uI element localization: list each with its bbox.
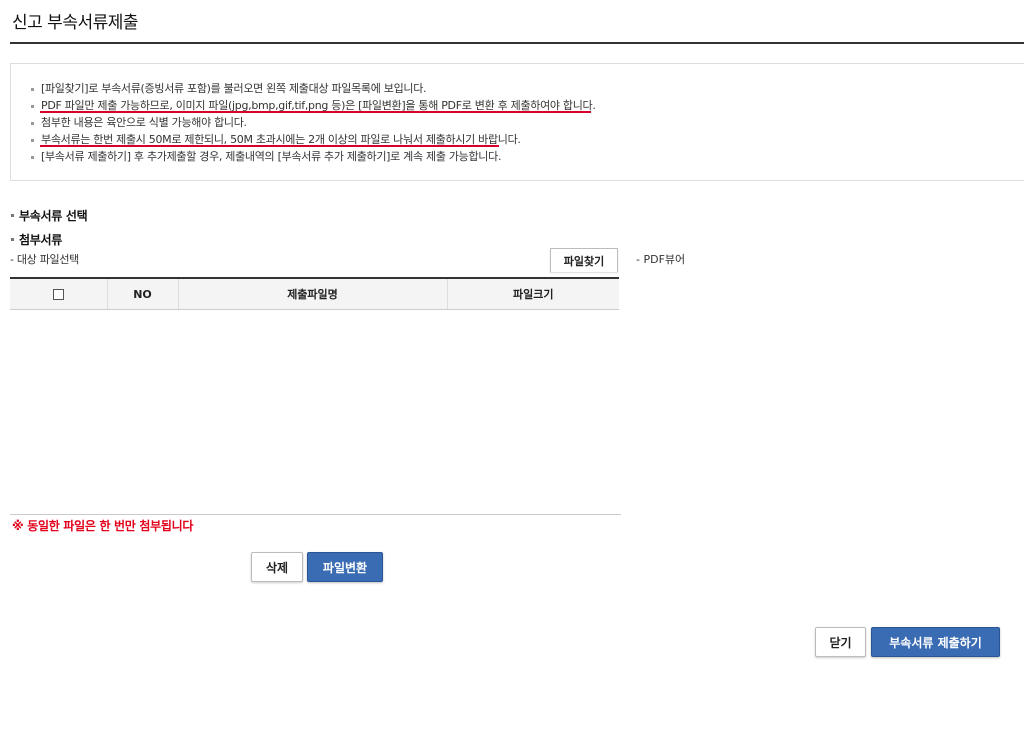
notice-list: [파일찾기]로 부속서류(증빙서류 포함)를 불러오면 왼쪽 제출대상 파일목록… (11, 64, 1024, 165)
file-table-header: NO 제출파일명 파일크기 (10, 277, 619, 310)
notice-highlight-underline-1 (40, 111, 591, 113)
convert-file-button[interactable]: 파일변환 (307, 552, 383, 582)
column-file-size: 파일크기 (446, 277, 619, 310)
select-all-checkbox[interactable] (52, 289, 64, 300)
file-table: NO 제출파일명 파일크기 (10, 277, 619, 310)
notice-highlight-underline-2 (40, 145, 499, 147)
notice-box: [파일찾기]로 부속서류(증빙서류 포함)를 불러오면 왼쪽 제출대상 파일목록… (10, 63, 1024, 181)
column-file-name: 제출파일명 (177, 277, 447, 310)
close-button[interactable]: 닫기 (815, 627, 866, 657)
page-title: 신고 부속서류제출 (12, 13, 139, 33)
duplicate-file-warning: ※ 동일한 파일은 한 번만 첨부됩니다 (12, 519, 194, 533)
find-file-button[interactable]: 파일찾기 (550, 248, 618, 272)
title-divider (10, 42, 1024, 44)
table-bottom-divider (10, 514, 621, 515)
target-file-label: - 대상 파일선택 (10, 253, 79, 266)
pdf-viewer-label: - PDF뷰어 (636, 253, 686, 266)
section-title-attachment: 부속서류 선택 (10, 207, 88, 224)
select-all-column (10, 277, 107, 310)
section-subtitle-documents: 첨부서류 (10, 231, 62, 248)
notice-item-1: [파일찾기]로 부속서류(증빙서류 포함)를 불러오면 왼쪽 제출대상 파일목록… (31, 80, 1024, 97)
notice-item-5: [부속서류 제출하기] 후 추가제출할 경우, 제출내역의 [부속서류 추가 제… (31, 148, 1024, 165)
notice-item-3: 첨부한 내용은 육안으로 식별 가능해야 합니다. (31, 114, 1024, 131)
column-no: NO (106, 277, 178, 310)
submit-attachments-button[interactable]: 부속서류 제출하기 (871, 627, 1000, 657)
delete-button[interactable]: 삭제 (251, 552, 303, 582)
